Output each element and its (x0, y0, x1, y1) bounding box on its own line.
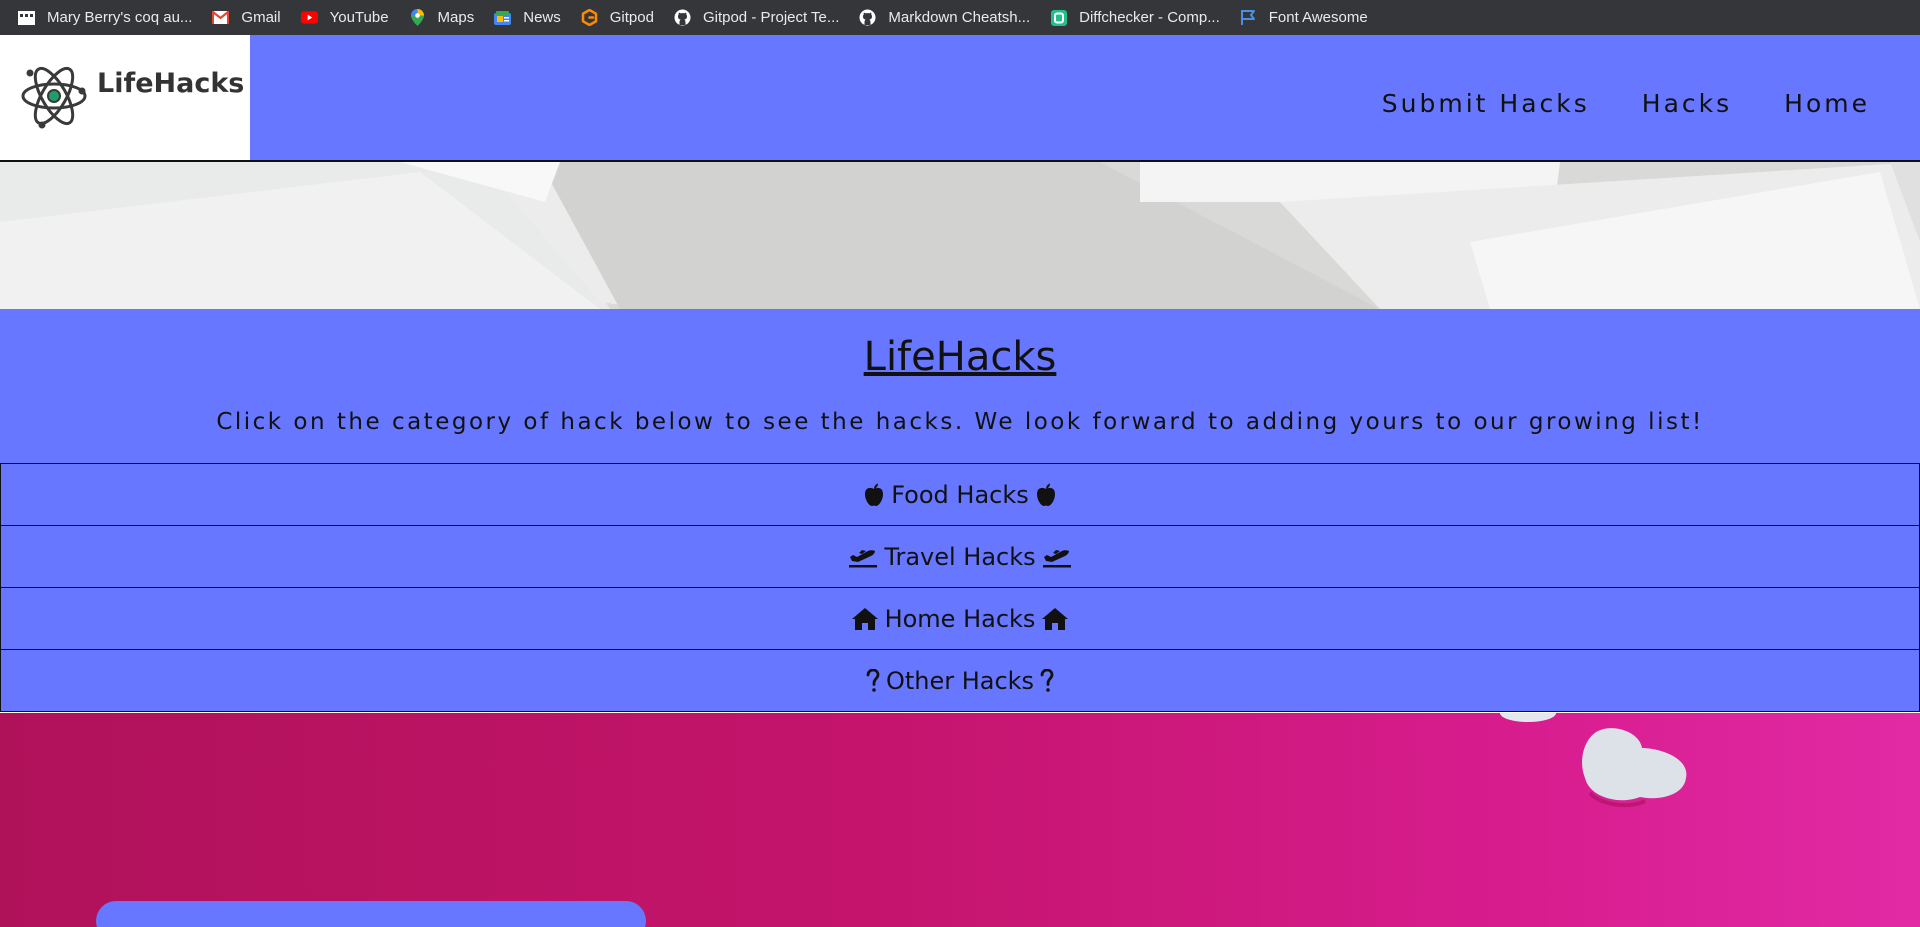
intro-section: LifeHacks Click on the category of hack … (0, 309, 1920, 463)
category-label: Home Hacks (884, 604, 1036, 633)
flag-icon (1240, 9, 1257, 26)
category-other-hacks[interactable]: Other Hacks (0, 649, 1920, 712)
plane-departure-icon (1042, 546, 1072, 568)
site-navbar: LifeHacks Submit Hacks Hacks Home (0, 35, 1920, 162)
bookmark-maps[interactable]: Maps (409, 9, 475, 26)
question-icon (1040, 668, 1054, 693)
youtube-icon (300, 9, 318, 26)
pink-background-section (0, 713, 1920, 927)
bookmark-gmail[interactable]: Gmail (212, 9, 281, 26)
atom-logo-icon (21, 66, 87, 129)
paper-background-art (0, 162, 1920, 309)
logo-text: LifeHacks (97, 68, 245, 99)
nav-links: Submit Hacks Hacks Home (1382, 89, 1870, 118)
paper-cutout-art (1500, 713, 1687, 808)
category-label: Other Hacks (885, 666, 1035, 695)
diffchecker-icon (1050, 9, 1067, 26)
bookmark-label: News (523, 9, 561, 26)
question-icon (866, 668, 880, 693)
intro-subtitle: Click on the category of hack below to s… (216, 409, 1704, 435)
gmail-icon (212, 9, 230, 26)
category-travel-hacks[interactable]: Travel Hacks (0, 525, 1920, 588)
bookmark-label: Gitpod (609, 9, 654, 26)
bookmark-label: Maps (437, 9, 475, 26)
bookmark-label: Diffchecker - Comp... (1079, 9, 1220, 26)
bookmark-label: Gitpod - Project Te... (702, 9, 840, 26)
github-icon (859, 9, 876, 26)
bookmarks-bar: Mary Berry's coq au... Gmail YouTube Map… (0, 0, 1920, 35)
bookmark-label: YouTube (329, 9, 389, 26)
bookmark-gitpod-project[interactable]: Gitpod - Project Te... (674, 9, 839, 26)
hero-background-image (0, 162, 1920, 309)
bookmark-markdown-cheatsheet[interactable]: Markdown Cheatsh... (859, 9, 1030, 26)
nav-link-home[interactable]: Home (1784, 89, 1870, 118)
nav-link-hacks[interactable]: Hacks (1642, 89, 1732, 118)
mary-berry-favicon-icon (18, 9, 35, 26)
bookmark-diffchecker[interactable]: Diffchecker - Comp... (1050, 9, 1220, 26)
category-label: Food Hacks (891, 480, 1029, 509)
news-icon (494, 9, 512, 26)
plane-departure-icon (848, 546, 878, 568)
github-icon (674, 9, 691, 26)
apple-icon (863, 483, 885, 507)
apple-icon (1035, 483, 1057, 507)
bookmark-label: Gmail (241, 9, 281, 26)
nav-link-submit-hacks[interactable]: Submit Hacks (1382, 89, 1590, 118)
gitpod-icon (581, 9, 598, 26)
home-icon (1041, 607, 1069, 631)
site-logo[interactable]: LifeHacks (0, 35, 250, 160)
category-label: Travel Hacks (884, 542, 1036, 571)
bookmark-label: Markdown Cheatsh... (888, 9, 1031, 26)
bookmark-label: Mary Berry's coq au... (47, 9, 193, 26)
page-title: LifeHacks (863, 334, 1057, 380)
bookmark-news[interactable]: News (494, 9, 561, 26)
bookmark-gitpod[interactable]: Gitpod (581, 9, 654, 26)
bookmark-font-awesome[interactable]: Font Awesome (1240, 9, 1368, 26)
maps-icon (409, 9, 426, 26)
home-icon (851, 607, 879, 631)
bookmark-youtube[interactable]: YouTube (300, 9, 389, 26)
bookmark-label: Font Awesome (1268, 9, 1368, 26)
category-home-hacks[interactable]: Home Hacks (0, 587, 1920, 650)
bookmark-mary-berry[interactable]: Mary Berry's coq au... (18, 9, 192, 26)
category-food-hacks[interactable]: Food Hacks (0, 463, 1920, 526)
cta-pill[interactable] (96, 901, 646, 927)
